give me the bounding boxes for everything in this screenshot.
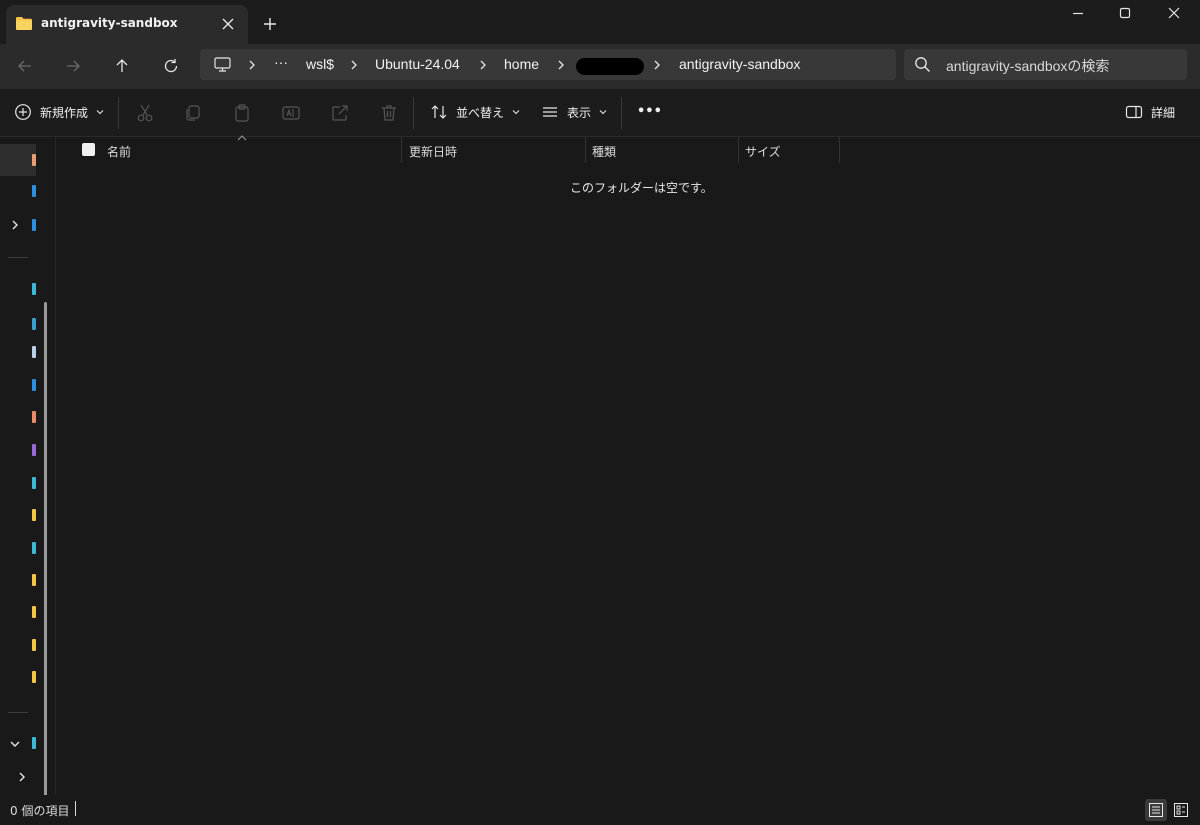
details-view-icon[interactable] xyxy=(1145,799,1167,821)
rename-icon[interactable] xyxy=(281,103,301,123)
view-label: 表示 xyxy=(567,105,592,120)
redacted-username[interactable] xyxy=(576,58,644,75)
cut-icon[interactable] xyxy=(135,103,155,123)
column-size[interactable]: サイズ xyxy=(745,143,781,160)
minimize-icon[interactable] xyxy=(1063,5,1093,21)
tiles-view-icon[interactable] xyxy=(1170,799,1192,821)
close-tab-icon[interactable] xyxy=(220,16,236,32)
close-window-icon[interactable] xyxy=(1159,5,1189,21)
chevron-right-icon xyxy=(350,59,360,71)
item-count: 0 個の項目 xyxy=(10,804,70,818)
sort-ascending-icon xyxy=(237,135,247,141)
status-divider xyxy=(75,801,76,816)
chevron-down-icon xyxy=(96,109,104,115)
column-name[interactable]: 名前 xyxy=(107,143,131,160)
empty-folder-message: このフォルダーは空です。 xyxy=(570,181,713,195)
this-pc-icon xyxy=(214,57,231,72)
forward-icon[interactable] xyxy=(61,54,85,78)
share-icon[interactable] xyxy=(330,103,350,123)
breadcrumb-home[interactable]: home xyxy=(504,56,539,72)
chevron-right-icon xyxy=(653,59,663,71)
details-pane-icon xyxy=(1125,103,1143,121)
nav-divider xyxy=(8,257,28,258)
chevron-right-icon[interactable] xyxy=(16,771,28,783)
tab-title: antigravity-sandbox xyxy=(41,16,178,30)
column-divider[interactable] xyxy=(738,137,739,163)
breadcrumb-wsl[interactable]: wsl$ xyxy=(306,56,334,72)
column-divider[interactable] xyxy=(585,137,586,163)
nav-item-selected[interactable] xyxy=(0,144,36,176)
chevron-right-icon[interactable] xyxy=(9,219,21,231)
chevron-down-icon[interactable] xyxy=(9,738,21,750)
file-list: 名前 更新日時 種類 サイズ このフォルダーは空です。 xyxy=(57,135,1200,795)
search-placeholder: antigravity-sandboxの検索 xyxy=(946,58,1110,74)
nav-item-icon[interactable] xyxy=(32,444,36,456)
nav-item-icon[interactable] xyxy=(32,606,36,618)
new-button[interactable]: 新規作成 xyxy=(14,103,104,121)
column-divider[interactable] xyxy=(401,137,402,163)
refresh-icon[interactable] xyxy=(159,54,183,78)
details-label: 詳細 xyxy=(1151,105,1176,120)
toolbar-divider xyxy=(621,97,622,129)
nav-item-icon[interactable] xyxy=(32,154,36,166)
nav-item-icon[interactable] xyxy=(32,737,36,749)
nav-item-icon[interactable] xyxy=(32,411,36,423)
tab-current[interactable]: antigravity-sandbox xyxy=(6,5,248,44)
chevron-right-icon xyxy=(479,59,489,71)
view-button[interactable]: 表示 xyxy=(541,103,607,121)
delete-icon[interactable] xyxy=(379,103,399,123)
nav-divider xyxy=(8,712,28,713)
add-circle-icon xyxy=(14,103,32,121)
navigation-pane xyxy=(0,137,56,806)
address-row: ··· wsl$ Ubuntu-24.04 home antigravity-s… xyxy=(0,44,1200,89)
nav-item-icon[interactable] xyxy=(32,542,36,554)
address-bar[interactable]: ··· wsl$ Ubuntu-24.04 home antigravity-s… xyxy=(200,49,896,80)
nav-item-icon[interactable] xyxy=(32,318,36,330)
nav-item-icon[interactable] xyxy=(32,283,36,295)
nav-item-icon[interactable] xyxy=(32,185,36,197)
nav-item-icon[interactable] xyxy=(32,671,36,683)
breadcrumb-ubuntu[interactable]: Ubuntu-24.04 xyxy=(375,56,460,72)
folder-icon xyxy=(16,17,32,30)
paste-icon[interactable] xyxy=(232,103,252,123)
nav-item-icon[interactable] xyxy=(32,639,36,651)
toolbar-divider xyxy=(413,97,414,129)
new-tab-icon[interactable] xyxy=(262,16,278,32)
up-icon[interactable] xyxy=(110,54,134,78)
sort-icon xyxy=(430,103,448,121)
sort-button[interactable]: 並べ替え xyxy=(430,103,520,121)
nav-item-icon[interactable] xyxy=(32,509,36,521)
column-header-row: 名前 更新日時 種類 サイズ xyxy=(57,135,840,163)
status-bar: 0 個の項目 xyxy=(0,795,1200,825)
select-all-checkbox[interactable] xyxy=(82,143,95,156)
breadcrumb-overflow[interactable]: ··· xyxy=(274,54,288,70)
maximize-icon[interactable] xyxy=(1110,5,1140,21)
search-icon xyxy=(914,56,931,73)
copy-icon[interactable] xyxy=(183,103,203,123)
chevron-down-icon xyxy=(512,109,520,115)
new-label: 新規作成 xyxy=(40,105,89,120)
nav-scrollbar[interactable] xyxy=(44,302,47,806)
nav-item-icon[interactable] xyxy=(32,379,36,391)
nav-item-icon[interactable] xyxy=(32,574,36,586)
nav-item-icon[interactable] xyxy=(32,477,36,489)
search-input[interactable]: antigravity-sandboxの検索 xyxy=(904,49,1187,80)
toolbar-divider xyxy=(118,97,119,129)
view-list-icon xyxy=(541,103,559,121)
back-icon[interactable] xyxy=(13,54,37,78)
chevron-down-icon xyxy=(599,109,607,115)
breadcrumb-current[interactable]: antigravity-sandbox xyxy=(679,56,800,72)
details-pane-button[interactable]: 詳細 xyxy=(1125,103,1175,121)
more-options-button[interactable]: ••• xyxy=(637,104,662,119)
nav-item-icon[interactable] xyxy=(32,219,36,231)
chevron-right-icon xyxy=(248,59,258,71)
column-divider[interactable] xyxy=(839,137,840,163)
sort-label: 並べ替え xyxy=(456,105,505,120)
nav-item-icon[interactable] xyxy=(32,346,36,358)
chevron-right-icon xyxy=(557,59,567,71)
column-type[interactable]: 種類 xyxy=(592,143,616,160)
command-bar: 新規作成 並べ替え 表示 ••• 詳細 xyxy=(0,89,1200,137)
column-date-modified[interactable]: 更新日時 xyxy=(409,143,457,160)
title-bar: antigravity-sandbox xyxy=(0,0,1200,44)
